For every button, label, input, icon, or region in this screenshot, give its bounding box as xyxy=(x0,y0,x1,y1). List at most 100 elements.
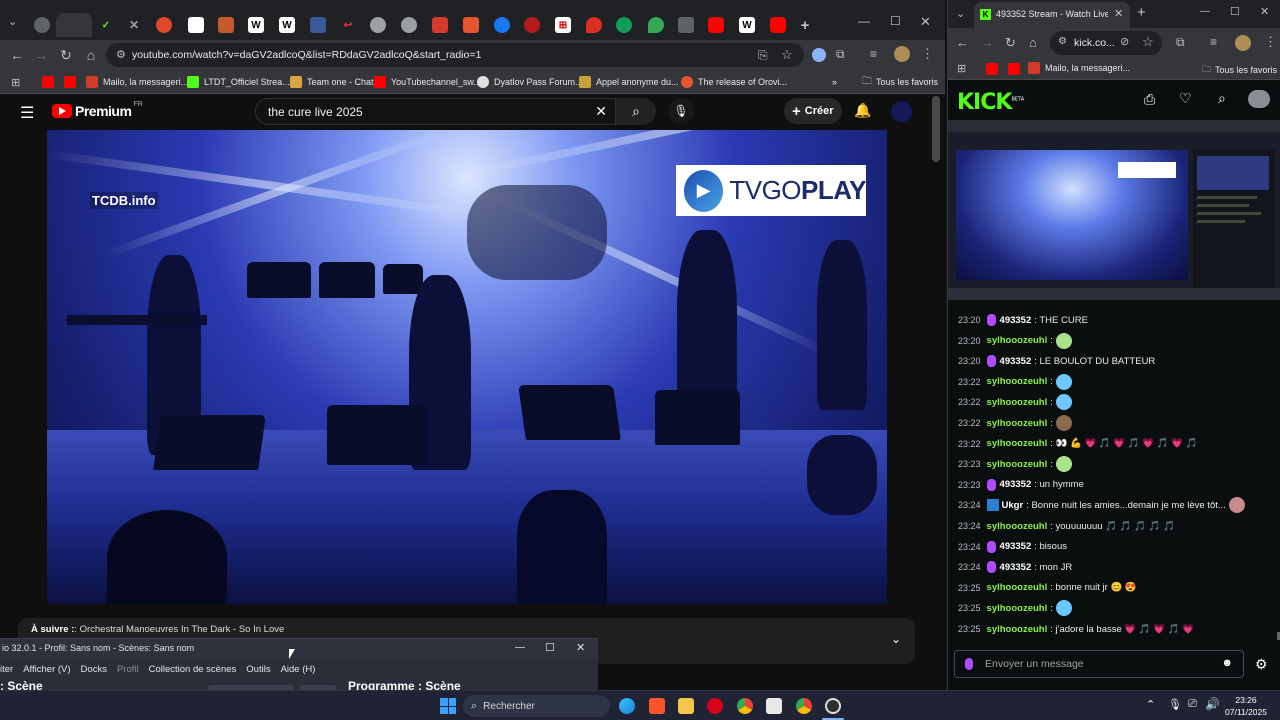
media-control-icon[interactable]: ≡ xyxy=(870,47,877,61)
opera-icon[interactable] xyxy=(707,698,723,714)
extensions-puzzle-icon[interactable]: ⧉ xyxy=(836,47,845,62)
chrome-icon[interactable] xyxy=(737,698,753,714)
chat-username[interactable]: sylhooozeuhl xyxy=(987,438,1048,449)
media-control-icon[interactable]: ≡ xyxy=(1210,35,1217,49)
site-info-icon[interactable]: ⚙ xyxy=(116,48,126,61)
active-tab[interactable] xyxy=(56,13,92,37)
home-icon[interactable]: ⌂ xyxy=(82,46,100,64)
all-bookmarks-folder[interactable]: 🗀 Tous les favoris xyxy=(862,74,938,90)
tab-icon[interactable] xyxy=(188,17,204,33)
kick-logo[interactable]: KICKBETA xyxy=(957,90,1024,115)
gift-icon[interactable]: ⎙ xyxy=(1144,91,1155,108)
obs-icon[interactable] xyxy=(825,698,841,714)
tab-icon[interactable] xyxy=(218,17,234,33)
omnibox[interactable]: ⚙ youtube.com/watch?v=daGV2adlcoQ&list=R… xyxy=(106,43,804,67)
stream-preview[interactable] xyxy=(948,120,1280,300)
hamburger-menu-icon[interactable]: ☰ xyxy=(20,103,34,123)
minimize-icon[interactable]: — xyxy=(858,14,872,28)
bookmark-star-icon[interactable]: ☆ xyxy=(781,47,793,63)
brave-icon[interactable] xyxy=(649,698,665,714)
active-tab[interactable]: K 493352 Stream - Watch Live on ✕ xyxy=(974,2,1130,28)
maximize-icon[interactable]: ☐ xyxy=(545,641,555,654)
forward-icon[interactable]: → xyxy=(981,35,994,50)
chat-username[interactable]: sylhooozeuhl xyxy=(987,582,1048,593)
clear-search-icon[interactable]: ✕ xyxy=(595,103,607,120)
taskbar-clock[interactable]: 23:26 07/11/2025 xyxy=(1218,694,1274,718)
youtube-tab-icon[interactable] xyxy=(708,17,724,33)
menu-item[interactable]: Outils xyxy=(246,664,270,675)
reload-icon[interactable]: ↻ xyxy=(57,46,75,64)
tab-icon[interactable]: W xyxy=(739,17,755,33)
bookmark-youtube[interactable] xyxy=(42,74,59,90)
video-player[interactable]: TCDB.info ▶ TVGOPLAY xyxy=(47,130,887,604)
apps-grid-icon[interactable]: ⊞ xyxy=(11,74,20,90)
tab-icon[interactable] xyxy=(401,17,417,33)
chat-username[interactable]: 493352 xyxy=(1000,479,1032,490)
voice-search-microphone-icon[interactable]: 🎙 xyxy=(668,98,694,124)
chat-username[interactable]: 493352 xyxy=(1000,315,1032,326)
search-icon[interactable]: ⌕ xyxy=(1218,90,1226,107)
youtube-premium-logo[interactable]: Premium FR xyxy=(52,101,143,119)
edge-icon[interactable] xyxy=(619,698,635,714)
bookmarks-more-button[interactable]: » xyxy=(832,74,837,90)
more-menu-icon[interactable]: ⋮ xyxy=(1264,34,1277,50)
menu-item[interactable]: Profil xyxy=(117,664,139,675)
tab-search-icon[interactable]: ⌄ xyxy=(956,7,965,20)
bookmark-item[interactable]: The release of Orovi... xyxy=(681,74,787,90)
notifications-bell-icon[interactable]: 🔔 xyxy=(854,102,871,119)
tab-icon[interactable] xyxy=(616,17,632,33)
page-scrollbar[interactable] xyxy=(932,96,940,162)
tab-icon[interactable]: W xyxy=(279,17,295,33)
tab-icon[interactable]: ↩ xyxy=(340,17,356,33)
map-pin-icon[interactable] xyxy=(586,17,602,33)
bookmark-youtube[interactable] xyxy=(986,63,998,75)
extension-icon[interactable] xyxy=(812,48,826,62)
tab-icon[interactable] xyxy=(678,17,694,33)
bookmark-item[interactable]: Dyatlov Pass Forum... xyxy=(477,74,583,90)
profile-avatar[interactable] xyxy=(894,46,910,62)
eye-slash-icon[interactable]: ⊘ xyxy=(1120,35,1129,48)
all-bookmarks-folder[interactable]: 🗀 Tous les favoris xyxy=(1202,62,1277,78)
network-icon[interactable]: ⎚ xyxy=(1188,698,1197,711)
tab-icon[interactable] xyxy=(34,17,50,33)
menu-item[interactable]: Docks xyxy=(81,664,107,675)
back-icon[interactable]: ← xyxy=(8,46,26,64)
tab-search-icon[interactable]: ⌄ xyxy=(8,15,26,33)
user-avatar[interactable] xyxy=(1248,90,1270,108)
emoji-icon[interactable]: ☻ xyxy=(1221,657,1233,669)
chat-username[interactable]: sylhooozeuhl xyxy=(987,459,1048,470)
chat-settings-gear-icon[interactable]: ⚙ xyxy=(1255,656,1268,673)
close-tab-icon[interactable]: ✕ xyxy=(1114,7,1123,20)
home-icon[interactable]: ⌂ xyxy=(1029,35,1037,50)
hidden-icons-chevron-icon[interactable]: ⌃ xyxy=(1146,698,1155,711)
bookmark-youtube[interactable] xyxy=(64,74,81,90)
heart-icon[interactable]: ♡ xyxy=(1179,90,1192,107)
tab-icon[interactable]: ✓ xyxy=(98,17,114,33)
tab-icon[interactable]: W xyxy=(248,17,264,33)
apps-grid-icon[interactable]: ⊞ xyxy=(957,62,966,75)
chat-username[interactable]: 493352 xyxy=(1000,356,1032,367)
tab-icon[interactable] xyxy=(370,17,386,33)
minimize-icon[interactable]: — xyxy=(1200,6,1210,17)
tab-icon[interactable] xyxy=(463,17,479,33)
extensions-puzzle-icon[interactable]: ⧉ xyxy=(1176,35,1185,50)
account-avatar[interactable] xyxy=(891,101,912,122)
chat-username[interactable]: sylhooozeuhl xyxy=(987,624,1048,635)
chat-username[interactable]: sylhooozeuhl xyxy=(987,376,1048,387)
tab-icon[interactable]: ⊞ xyxy=(555,17,571,33)
chat-username[interactable]: 493352 xyxy=(1000,541,1032,552)
menu-item[interactable]: Aide (H) xyxy=(281,664,316,675)
chat-message-input[interactable]: Envoyer un message ☻ xyxy=(954,650,1244,678)
close-window-icon[interactable]: ✕ xyxy=(576,641,585,654)
chrome-icon[interactable] xyxy=(796,698,812,714)
close-window-icon[interactable]: ✕ xyxy=(920,14,934,30)
map-pin-icon[interactable] xyxy=(648,17,664,33)
chat-username[interactable]: 493352 xyxy=(1000,562,1032,573)
microphone-icon[interactable]: 🎙 xyxy=(1168,698,1182,711)
create-button[interactable]: + Créer xyxy=(784,98,842,124)
windows-start-icon[interactable] xyxy=(440,698,456,714)
bookmark-item[interactable]: Team one - Chat xyxy=(290,74,374,90)
back-icon[interactable]: ← xyxy=(956,35,969,50)
taskbar-search[interactable]: ⌕ Rechercher xyxy=(463,695,610,717)
bookmark-star-icon[interactable]: ☆ xyxy=(1142,34,1154,50)
